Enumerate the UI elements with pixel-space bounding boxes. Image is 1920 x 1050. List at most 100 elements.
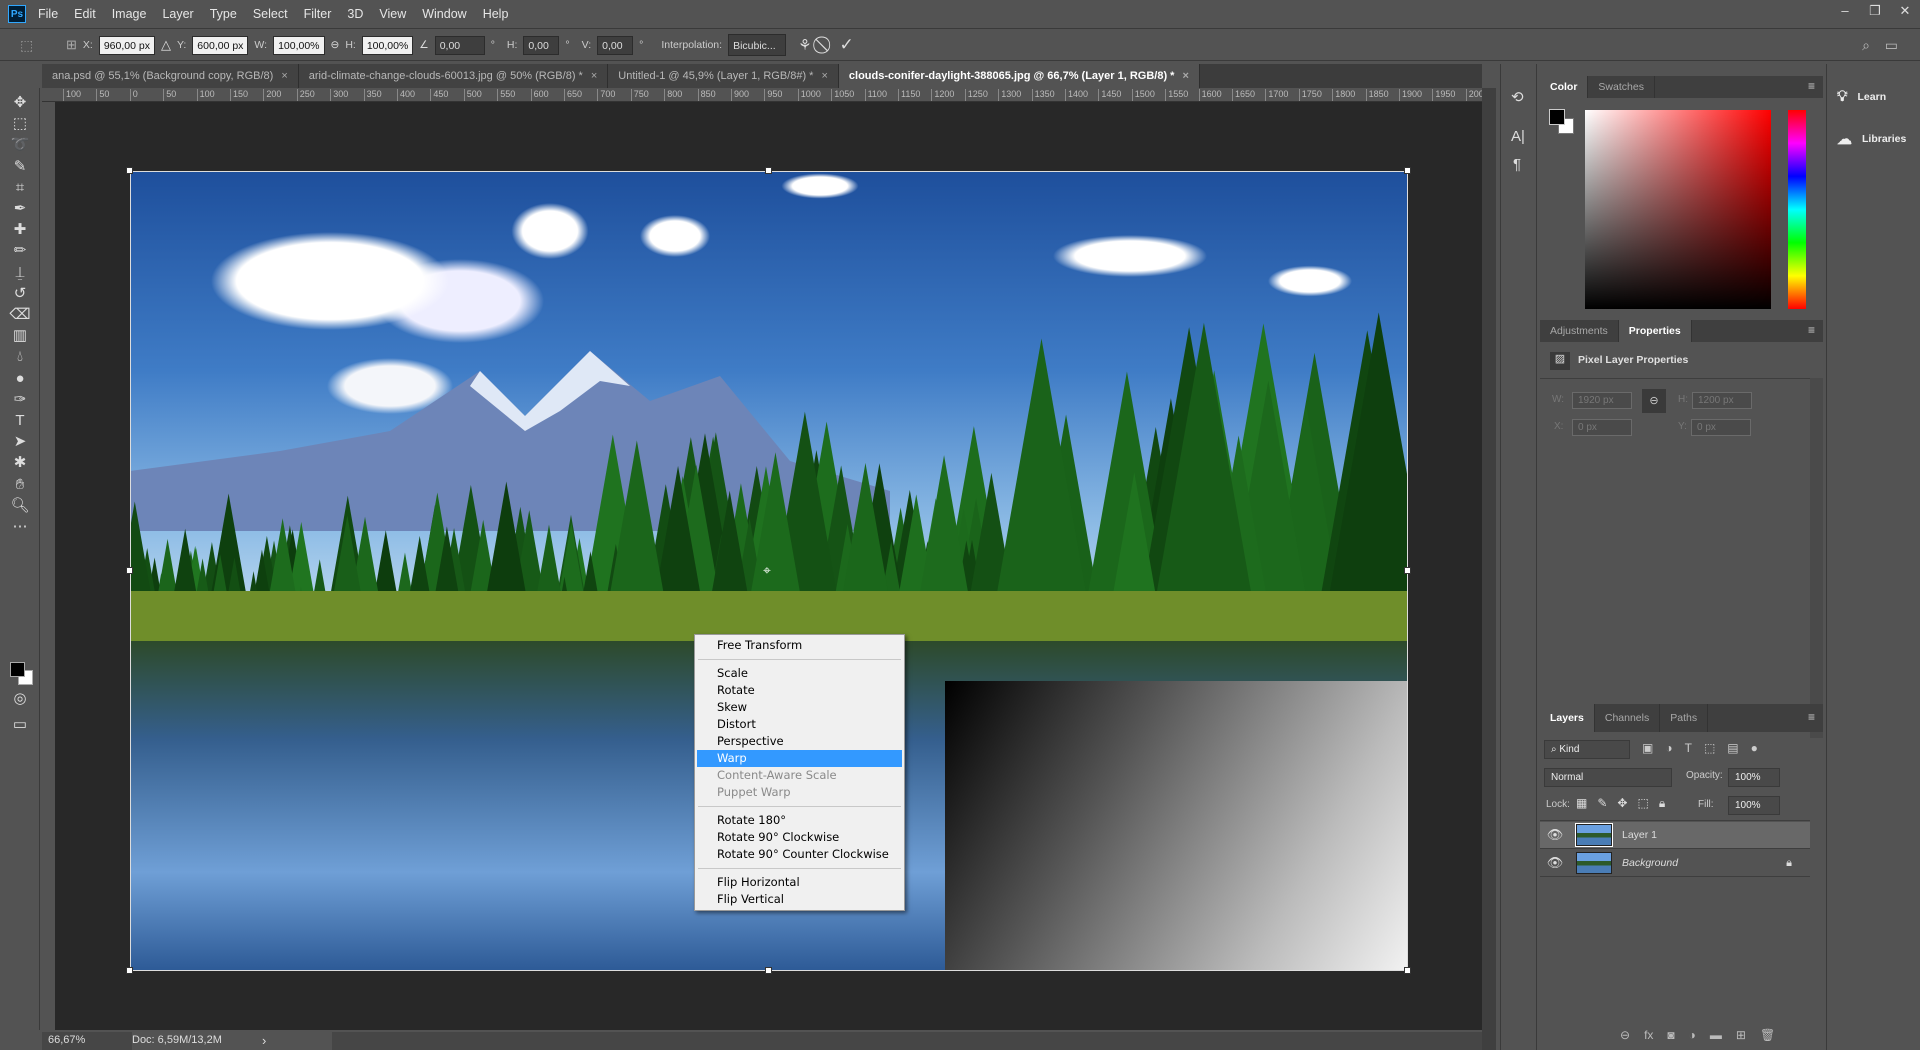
close-icon[interactable]: ✕ xyxy=(1890,0,1920,22)
menu-view[interactable]: View xyxy=(379,7,406,21)
layer-row-layer-1[interactable]: 👁︎ Layer 1 xyxy=(1540,822,1810,849)
lock-position-icon[interactable]: ✥ xyxy=(1617,796,1627,811)
transform-handle[interactable] xyxy=(765,167,772,174)
menu-image[interactable]: Image xyxy=(112,7,147,21)
menu-help[interactable]: Help xyxy=(483,7,509,21)
vertical-scrollbar[interactable] xyxy=(1482,88,1496,1050)
blur-tool-icon[interactable]: 💧︎ xyxy=(8,346,32,368)
height-field[interactable]: 1200 px xyxy=(1692,392,1752,409)
hue-slider[interactable] xyxy=(1788,110,1806,309)
canvas-area[interactable]: ⌖ Free Transform Scale Rotate Skew Distort Pe… xyxy=(55,102,1482,1030)
reference-point-icon[interactable]: ⊞ xyxy=(66,37,77,53)
menu-filter[interactable]: Filter xyxy=(304,7,332,21)
filter-toggle[interactable]: ● xyxy=(1751,741,1758,755)
transform-handle[interactable] xyxy=(1404,567,1411,574)
new-adjustment-icon[interactable]: ◑ xyxy=(1689,1028,1696,1042)
checkmark-icon[interactable]: ✓ xyxy=(840,35,854,55)
menu-edit[interactable]: Edit xyxy=(74,7,96,21)
hskew-input[interactable]: 0,00 xyxy=(523,35,560,55)
shape-tool-icon[interactable]: ✱ xyxy=(8,452,32,474)
libraries-button[interactable]: ☁ Libraries xyxy=(1837,130,1906,148)
delta-icon[interactable]: △ xyxy=(161,37,171,53)
paragraph-icon[interactable]: ¶ xyxy=(1513,156,1521,173)
layer-name[interactable]: Background xyxy=(1622,857,1678,869)
panel-menu-icon[interactable]: ≡ xyxy=(1808,710,1815,724)
new-group-icon[interactable]: ▬ xyxy=(1710,1028,1722,1042)
type-tool-icon[interactable]: T xyxy=(8,410,32,432)
link-icon[interactable]: ⊖ xyxy=(1642,389,1666,413)
layer-row-background[interactable]: 👁︎ Background 🔒︎ xyxy=(1540,850,1810,877)
new-layer-icon[interactable]: ⊞ xyxy=(1736,1028,1746,1042)
gradient-tool-icon[interactable]: ▥ xyxy=(8,325,32,347)
close-tab-icon[interactable]: × xyxy=(281,70,287,82)
lock-artboard-icon[interactable]: ⬚ xyxy=(1637,796,1648,811)
tab-arid-climate[interactable]: arid-climate-change-clouds-60013.jpg @ 5… xyxy=(298,64,609,88)
transform-handle[interactable] xyxy=(1404,167,1411,174)
foreground-color-swatch[interactable] xyxy=(1549,109,1565,125)
transform-handle[interactable] xyxy=(126,967,133,974)
menu-item-skew[interactable]: Skew xyxy=(697,699,902,716)
horizontal-ruler[interactable]: 100 50 0 50 100 150 200 250 300 350 400 450 500 550 60… xyxy=(42,88,1482,102)
width-field[interactable]: 1920 px xyxy=(1572,392,1632,409)
delete-layer-icon[interactable]: 🗑︎ xyxy=(1760,1028,1775,1042)
menu-item-rotate-180[interactable]: Rotate 180° xyxy=(697,812,902,829)
workspace-icon[interactable]: ▭ xyxy=(1885,37,1898,54)
add-mask-icon[interactable]: ◙ xyxy=(1667,1028,1674,1042)
link-layers-icon[interactable]: ⊖ xyxy=(1620,1028,1630,1042)
menu-item-rotate[interactable]: Rotate xyxy=(697,682,902,699)
tab-adjustments[interactable]: Adjustments xyxy=(1540,320,1619,342)
tab-swatches[interactable]: Swatches xyxy=(1588,76,1655,98)
healing-tool-icon[interactable]: ✚ xyxy=(8,219,32,241)
menu-item-warp[interactable]: Warp xyxy=(697,750,902,767)
width-input[interactable]: 100,00% xyxy=(273,35,325,55)
warp-mode-icon[interactable]: ⚘ xyxy=(798,36,811,54)
fill-input[interactable]: 100% xyxy=(1728,796,1780,815)
tab-layers[interactable]: Layers xyxy=(1540,704,1595,732)
brush-tool-icon[interactable]: ✏ xyxy=(8,240,32,262)
visibility-eye-icon[interactable]: 👁︎ xyxy=(1540,827,1570,843)
quick-mask-icon[interactable]: ◎ xyxy=(8,688,32,710)
x-field[interactable]: 0 px xyxy=(1572,419,1632,436)
visibility-eye-icon[interactable]: 👁︎ xyxy=(1540,855,1570,871)
lock-transparency-icon[interactable]: ▦ xyxy=(1576,796,1587,811)
transform-handle[interactable] xyxy=(126,567,133,574)
properties-scrollbar[interactable] xyxy=(1810,378,1823,738)
stamp-tool-icon[interactable]: ⍊ xyxy=(8,262,32,284)
angle-input[interactable]: 0,00 xyxy=(434,35,485,55)
vertical-ruler[interactable] xyxy=(42,102,55,1030)
menu-item-perspective[interactable]: Perspective xyxy=(697,733,902,750)
tab-clouds-conifer[interactable]: clouds-conifer-daylight-388065.jpg @ 66,… xyxy=(838,64,1200,88)
tab-properties[interactable]: Properties xyxy=(1618,320,1692,342)
crop-tool-icon[interactable]: ⌗ xyxy=(8,177,32,199)
lock-brush-icon[interactable]: ✎ xyxy=(1597,796,1607,811)
menu-item-distort[interactable]: Distort xyxy=(697,716,902,733)
menu-select[interactable]: Select xyxy=(253,7,288,21)
opacity-input[interactable]: 100% xyxy=(1728,768,1780,787)
transform-tool-icon[interactable]: ⬚ xyxy=(20,37,60,54)
tab-ana[interactable]: ana.psd @ 55,1% (Background copy, RGB/8)… xyxy=(42,64,299,88)
menu-window[interactable]: Window xyxy=(422,7,466,21)
tab-color[interactable]: Color xyxy=(1540,76,1589,98)
menu-file[interactable]: File xyxy=(38,7,58,21)
layer-name[interactable]: Layer 1 xyxy=(1622,829,1657,841)
menu-3d[interactable]: 3D xyxy=(347,7,363,21)
pen-tool-icon[interactable]: ✑ xyxy=(8,389,32,411)
lock-all-icon[interactable]: 🔒︎ xyxy=(1659,796,1665,811)
link-icon[interactable]: ⊖ xyxy=(331,39,340,51)
menu-type[interactable]: Type xyxy=(210,7,237,21)
screen-mode-icon[interactable]: ▭ xyxy=(8,714,32,736)
height-input[interactable]: 100,00% xyxy=(361,35,414,55)
transform-handle[interactable] xyxy=(1404,967,1411,974)
tab-untitled-1[interactable]: Untitled-1 @ 45,9% (Layer 1, RGB/8#) * × xyxy=(608,64,839,88)
move-tool-icon[interactable]: ✥ xyxy=(8,92,32,114)
search-icon[interactable]: ⌕ xyxy=(1862,37,1870,54)
close-tab-icon[interactable]: × xyxy=(591,70,597,82)
filter-adjustment-icon[interactable]: ◑ xyxy=(1665,741,1672,755)
menu-item-scale[interactable]: Scale xyxy=(697,665,902,682)
menu-item-flip-vertical[interactable]: Flip Vertical xyxy=(697,891,902,908)
y-field[interactable]: 0 px xyxy=(1691,419,1751,436)
character-icon[interactable]: A| xyxy=(1511,128,1525,145)
vskew-input[interactable]: 0,00 xyxy=(597,35,634,55)
status-menu-arrow[interactable]: › xyxy=(262,1033,266,1048)
interpolation-select[interactable]: Bicubic... xyxy=(728,34,787,56)
